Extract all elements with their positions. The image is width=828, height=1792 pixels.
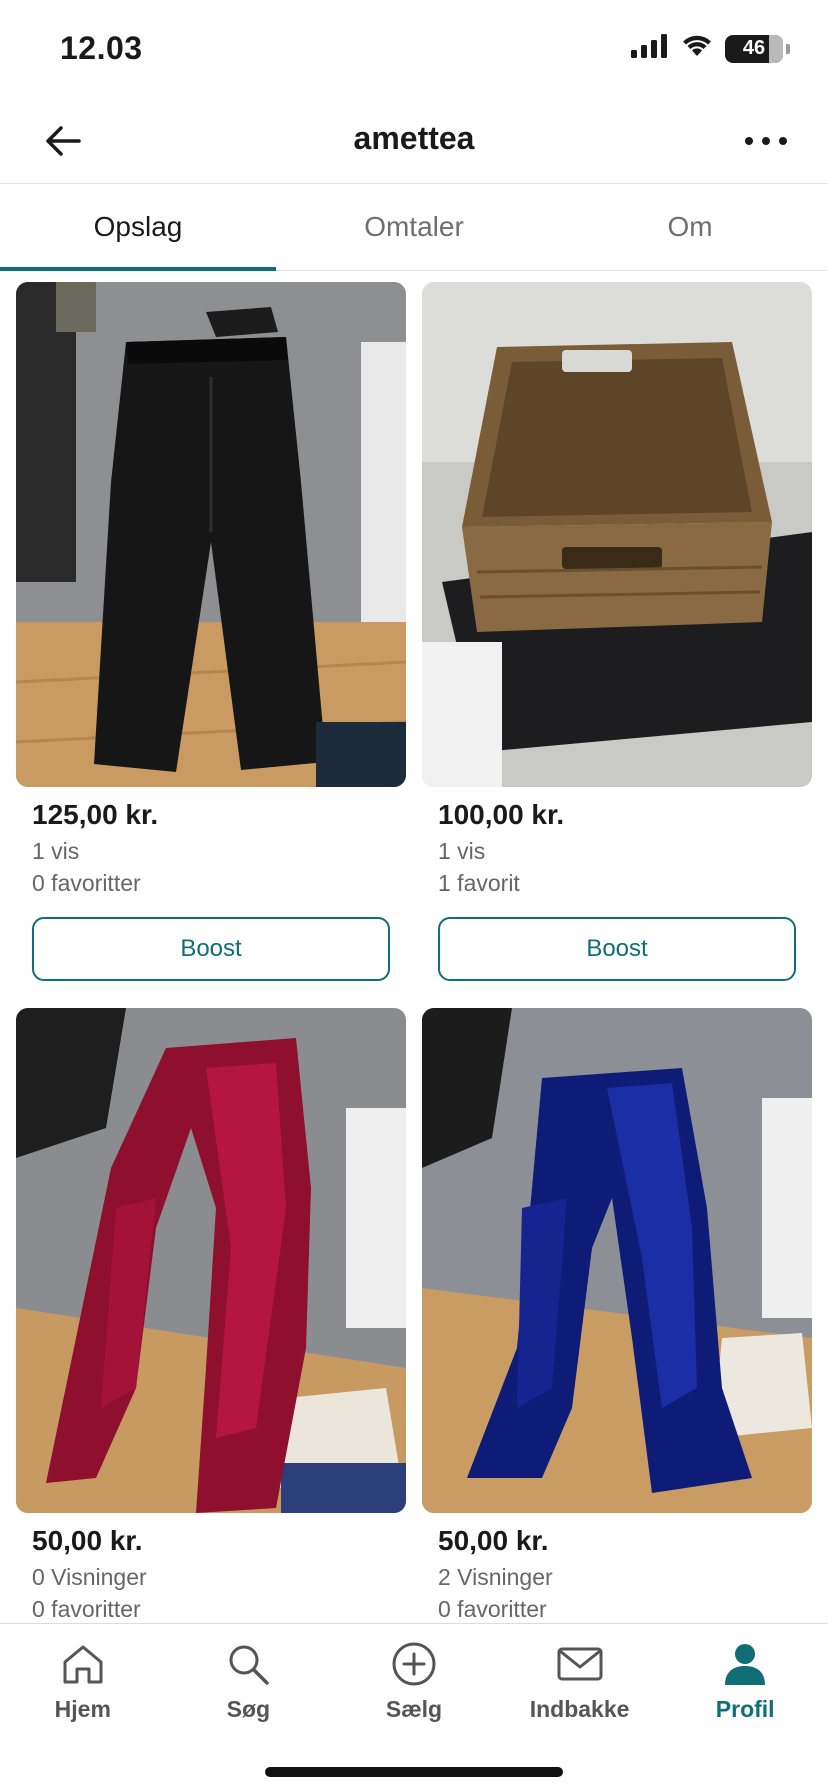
plus-circle-icon <box>388 1638 440 1690</box>
more-options-button[interactable] <box>740 118 792 164</box>
battery-level: 46 <box>742 37 766 59</box>
nav-item-inbox[interactable]: Indbakke <box>497 1638 663 1734</box>
status-time: 12.03 <box>60 30 143 66</box>
listing-favorites: 0 favoritter <box>438 1596 547 1622</box>
status-bar: 12.03 46 <box>0 0 828 100</box>
tab-omtaler[interactable]: Omtaler <box>276 185 552 270</box>
home-icon <box>57 1638 109 1690</box>
nav-label: Sælg <box>385 1696 443 1722</box>
listing-card[interactable]: 100,00 kr. 1 vis 1 favorit Boost <box>422 282 812 981</box>
battery-icon: 46 <box>725 34 783 63</box>
listing-image-red-velvet-scarf[interactable] <box>16 1008 406 1513</box>
listing-image-blue-velvet-scarf[interactable] <box>422 1008 812 1513</box>
nav-label: Søg <box>226 1696 271 1722</box>
tab-om[interactable]: Om <box>552 185 828 270</box>
listing-views: 0 Visninger <box>32 1564 147 1590</box>
bottom-nav: Hjem Søg Sælg Indbakke Profil <box>0 1623 828 1792</box>
listing-card[interactable]: 50,00 kr. 2 Visninger 0 favoritter <box>422 1008 812 1621</box>
profile-icon <box>719 1638 771 1690</box>
nav-item-sell[interactable]: Sælg <box>331 1638 497 1734</box>
battery-tip <box>786 43 790 54</box>
listing-image-black-snow-pants[interactable] <box>16 282 406 787</box>
more-horizontal-icon <box>745 137 787 145</box>
listing-views: 1 vis <box>32 838 80 864</box>
tab-opslag[interactable]: Opslag <box>0 185 276 271</box>
listing-image-wicker-basket[interactable] <box>422 282 812 787</box>
page-title: amettea <box>353 120 475 156</box>
mail-icon <box>554 1638 606 1690</box>
boost-button[interactable]: Boost <box>32 917 390 981</box>
listing-views: 2 Visninger <box>438 1564 553 1590</box>
listing-price: 100,00 kr. <box>438 799 565 830</box>
listing-price: 125,00 kr. <box>32 799 159 830</box>
search-icon <box>222 1638 274 1690</box>
listing-favorites: 1 favorit <box>438 870 520 896</box>
nav-item-search[interactable]: Søg <box>166 1638 332 1734</box>
profile-tabs: Opslag Omtaler Om <box>0 185 828 271</box>
nav-item-home[interactable]: Hjem <box>0 1638 166 1734</box>
listing-price: 50,00 kr. <box>32 1525 143 1556</box>
listing-favorites: 0 favoritter <box>32 870 141 896</box>
listing-favorites: 0 favoritter <box>32 1596 141 1622</box>
boost-button[interactable]: Boost <box>438 917 796 981</box>
nav-label: Profil <box>715 1696 775 1722</box>
nav-label: Hjem <box>54 1696 111 1722</box>
wifi-icon <box>681 34 713 63</box>
listing-views: 1 vis <box>438 838 486 864</box>
profile-header: amettea <box>0 100 828 184</box>
listing-card[interactable]: 125,00 kr. 1 vis 0 favoritter Boost <box>16 282 406 981</box>
home-indicator <box>265 1767 563 1777</box>
listing-price: 50,00 kr. <box>438 1525 549 1556</box>
cellular-signal-icon <box>631 34 669 63</box>
nav-item-profile[interactable]: Profil <box>662 1638 828 1734</box>
nav-label: Indbakke <box>529 1696 630 1722</box>
listing-card[interactable]: 50,00 kr. 0 Visninger 0 favoritter <box>16 1008 406 1621</box>
status-icons: 46 <box>631 34 790 63</box>
